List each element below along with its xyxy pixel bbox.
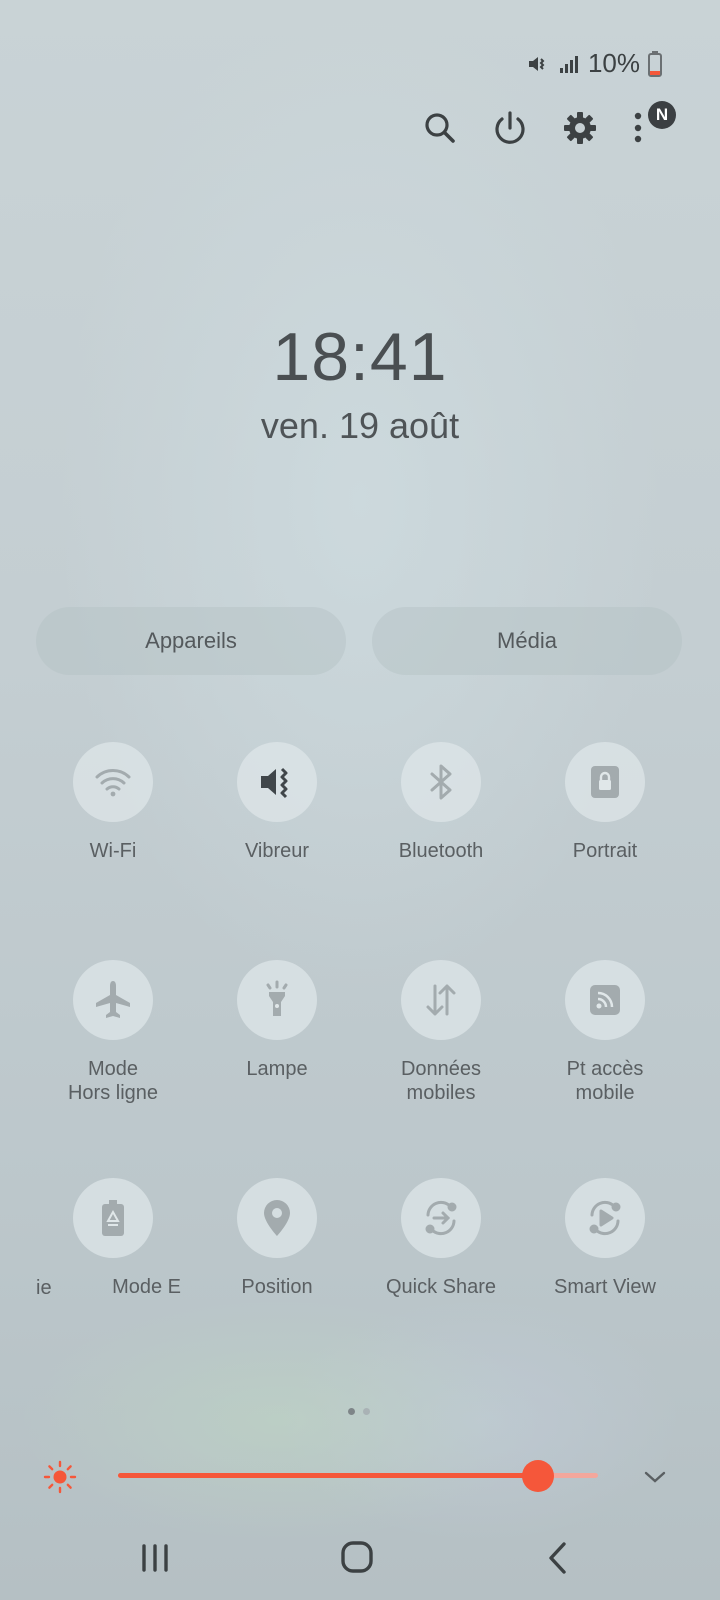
power-saving-icon: [73, 1178, 153, 1258]
tile-label: Quick Share: [385, 1276, 497, 1298]
tile-mobile-data[interactable]: Données mobiles: [359, 960, 523, 1105]
tile-label: Mode E: [112, 1276, 181, 1298]
tile-power-saving[interactable]: Mode E: [31, 1178, 195, 1299]
battery-percent: 10%: [587, 48, 640, 78]
back-icon[interactable]: [546, 1541, 570, 1580]
page-indicator: [363, 1408, 370, 1415]
tile-hotspot[interactable]: Pt accès mobile: [523, 960, 687, 1105]
brightness-slider-thumb[interactable]: [522, 1460, 554, 1492]
clock-date: ven. 19 août: [260, 405, 460, 446]
status-bar: 10%: [526, 48, 662, 79]
hotspot-icon: [565, 960, 645, 1040]
tile-label: Lampe: [246, 1058, 308, 1080]
tile-bluetooth[interactable]: Bluetooth: [359, 742, 523, 863]
tile-location[interactable]: Position: [195, 1178, 359, 1299]
more-icon[interactable]: [630, 108, 650, 148]
media-button[interactable]: Média: [372, 607, 682, 675]
page-indicator-active: [348, 1408, 355, 1415]
flashlight-icon: [237, 960, 317, 1040]
tile-portrait[interactable]: Portrait: [523, 742, 687, 863]
navigation-bar: [0, 1538, 720, 1582]
signal-icon: [559, 55, 578, 73]
devices-button[interactable]: Appareils: [36, 607, 346, 675]
tile-label: Bluetooth: [398, 840, 484, 862]
search-icon[interactable]: [420, 108, 460, 148]
location-icon: [237, 1178, 317, 1258]
vibrate-mute-icon: [528, 56, 545, 71]
tile-label: Wi-Fi: [89, 840, 137, 862]
tile-label: Portrait: [572, 840, 638, 862]
quick-share-icon: [401, 1178, 481, 1258]
tile-label: Position: [241, 1276, 313, 1298]
battery-icon: [648, 50, 662, 77]
smart-view-icon: [565, 1178, 645, 1258]
tile-airplane[interactable]: Mode Hors ligne: [31, 960, 195, 1105]
tile-label: Mode Hors ligne: [67, 1058, 159, 1104]
tile-label: Données mobiles: [400, 1058, 482, 1104]
quick-panel-actions: N: [0, 101, 720, 148]
tile-label: Vibreur: [244, 840, 310, 862]
clock-time: 18:41: [272, 319, 448, 395]
brightness-slider-fill: [118, 1473, 538, 1478]
settings-icon[interactable]: [560, 108, 600, 148]
airplane-icon: [73, 960, 153, 1040]
chevron-down-icon[interactable]: [643, 1465, 667, 1494]
vibrate-icon: [237, 742, 317, 822]
brightness-icon: [43, 1460, 77, 1499]
tile-label: Pt accès mobile: [566, 1058, 644, 1104]
wifi-icon: [73, 742, 153, 822]
tile-wifi[interactable]: Wi-Fi: [31, 742, 195, 863]
recent-apps-icon[interactable]: [137, 1542, 173, 1579]
mobile-data-icon: [401, 960, 481, 1040]
tile-smart-view[interactable]: Smart View: [523, 1178, 687, 1299]
tile-flashlight[interactable]: Lampe: [195, 960, 359, 1081]
home-icon[interactable]: [340, 1540, 374, 1579]
tile-quick-share[interactable]: Quick Share: [359, 1178, 523, 1299]
rotation-lock-icon: [565, 742, 645, 822]
tile-label: Smart View: [554, 1276, 656, 1298]
tile-vibrate[interactable]: Vibreur: [195, 742, 359, 863]
notification-badge: N: [648, 101, 676, 129]
power-icon[interactable]: [490, 108, 530, 148]
bluetooth-icon: [401, 742, 481, 822]
